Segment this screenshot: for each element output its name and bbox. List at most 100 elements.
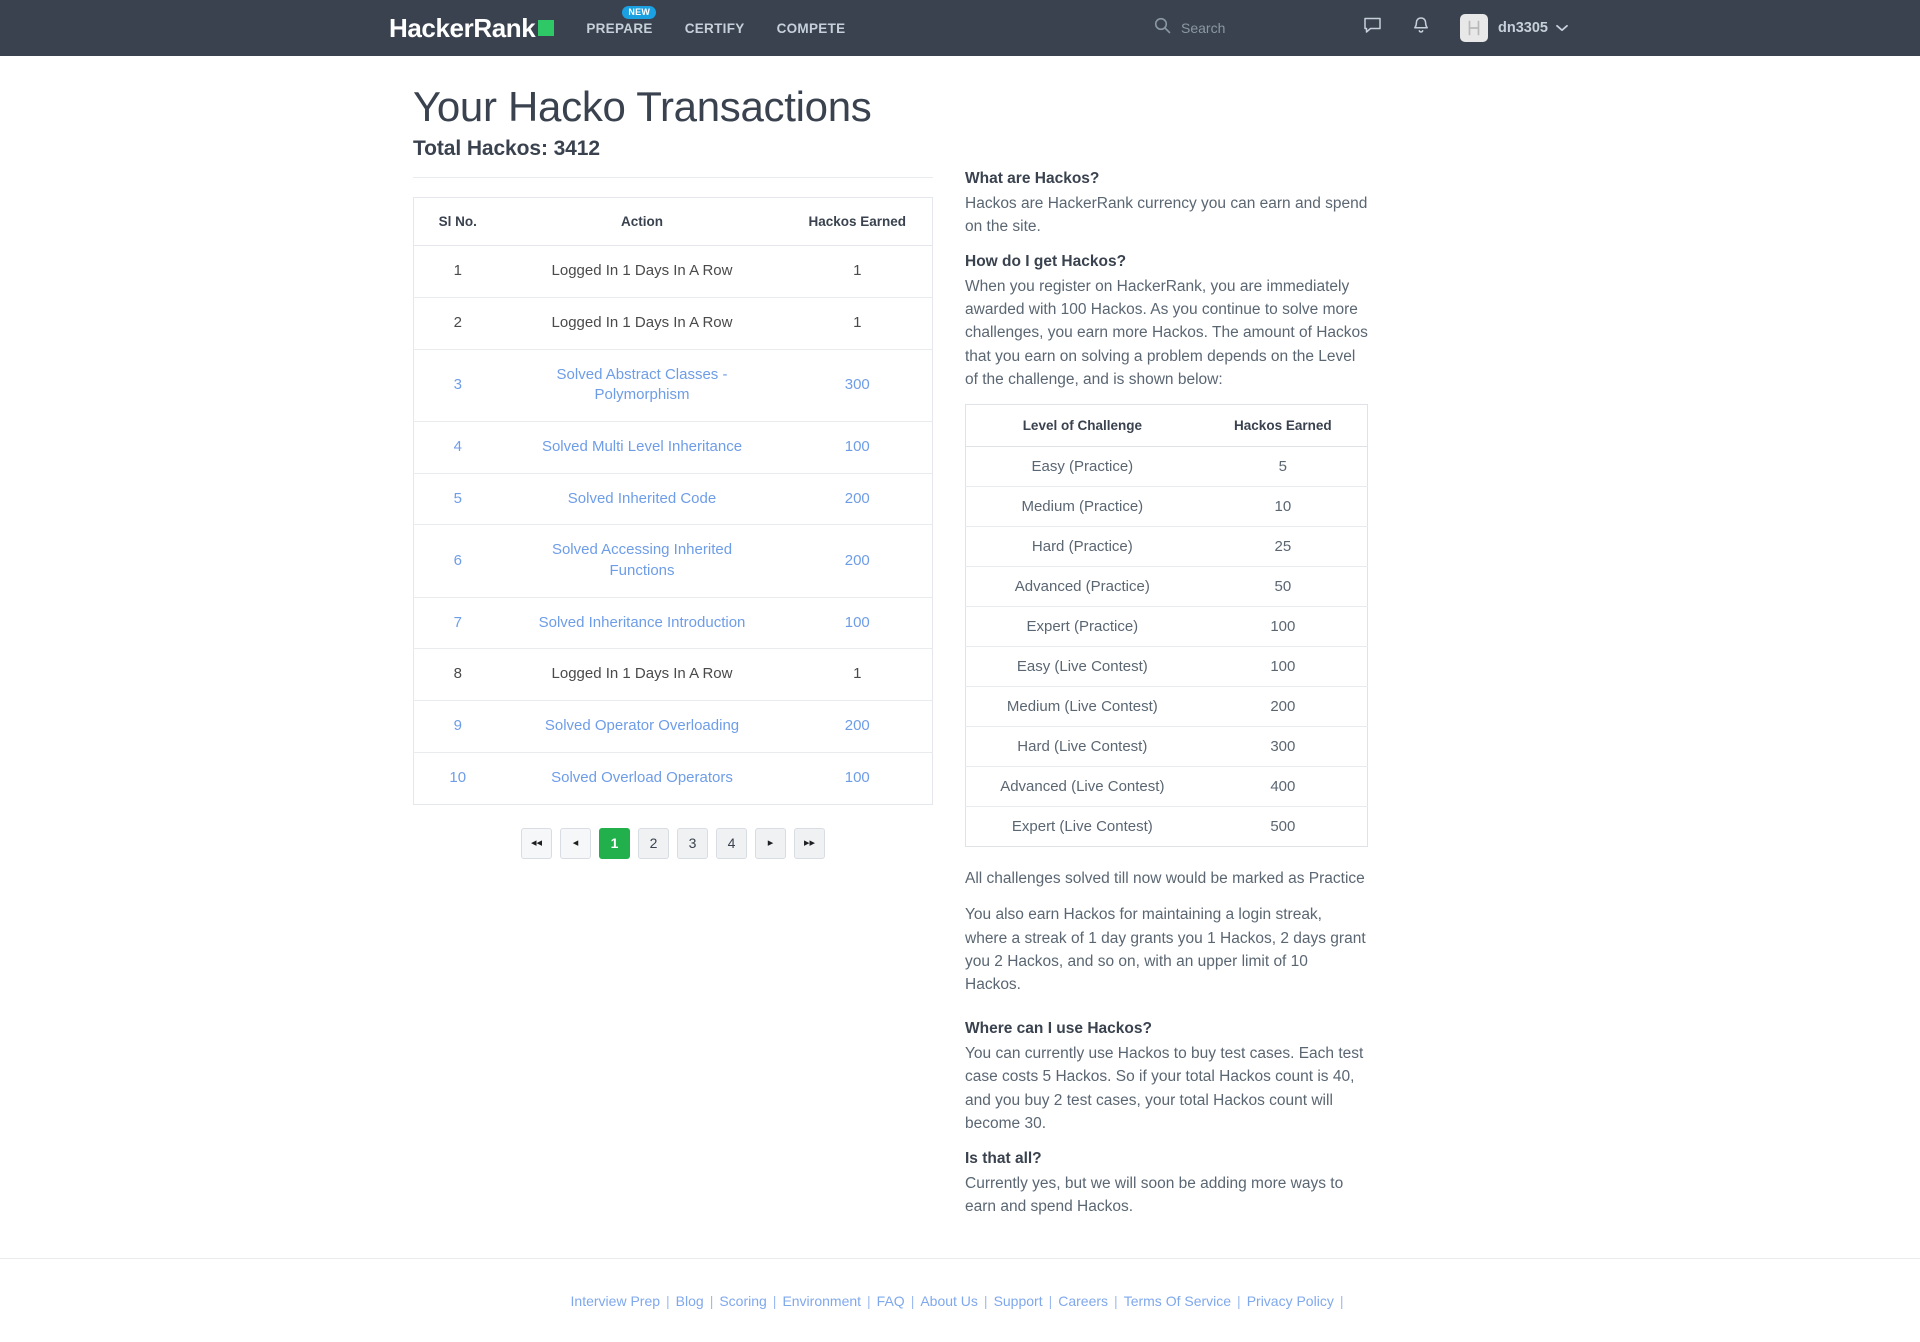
cell-hackos-earned[interactable]: 200 [782, 473, 933, 526]
footer-link-careers[interactable]: Careers [1058, 1293, 1108, 1309]
avatar-h-icon [1468, 20, 1480, 36]
cell-hackos-earned[interactable]: 100 [783, 752, 933, 804]
table-row: Medium (Practice) 10 [965, 486, 1368, 528]
cell-action[interactable]: Solved Operator Overloading [501, 700, 783, 753]
search-box[interactable] [1154, 17, 1312, 39]
faq-where-can-i-use-hackos: Where can I use Hackos? You can currentl… [965, 1018, 1368, 1135]
cell-sl-no[interactable]: 3 [413, 349, 502, 423]
cell-action[interactable]: Solved Multi Level Inheritance [501, 421, 783, 474]
page-title: Your Hacko Transactions [413, 83, 872, 130]
nav-right-group: dn3305 [1154, 0, 1568, 56]
challenge-levels-table-body: Easy (Practice) 5 Medium (Practice) 10 Hard … [965, 446, 1368, 847]
cell-level-hackos: 50 [1198, 566, 1368, 608]
title-divider [413, 177, 933, 179]
nav-left-group: HackerRank PREPARE NEW CERTIFY COMPETE [389, 5, 846, 44]
table-row: 7 Solved Inheritance Introduction 100 [413, 597, 933, 650]
note-login-streak: You also earn Hackos for maintaining a l… [965, 903, 1368, 996]
table-row: 9 Solved Operator Overloading 200 [413, 700, 933, 753]
footer-separator: | [983, 1292, 988, 1309]
footer-separator: | [709, 1292, 714, 1309]
pagination-page-3[interactable]: 3 [677, 827, 708, 859]
footer-separator: | [1237, 1292, 1241, 1309]
nav-item-prepare-label: PREPARE [586, 20, 653, 36]
pagination-page-1[interactable]: 1 [599, 827, 630, 859]
pagination: ◂◂ ◂ 1 2 3 4 ▸ ▸▸ [413, 827, 933, 859]
footer-link-privacy-policy[interactable]: Privacy Policy [1247, 1293, 1334, 1309]
messages-icon[interactable] [1363, 16, 1382, 40]
cell-hackos-earned: 1 [782, 648, 933, 702]
cell-hackos-earned[interactable]: 200 [782, 524, 933, 598]
cell-sl-no[interactable]: 7 [413, 597, 502, 650]
cell-hackos-earned[interactable]: 200 [782, 700, 933, 753]
table-row: Advanced (Practice) 50 [965, 566, 1368, 608]
username-label[interactable]: dn3305 [1498, 20, 1548, 36]
primary-nav-links: PREPARE NEW CERTIFY COMPETE [586, 5, 846, 36]
cell-sl-no: 2 [413, 297, 502, 350]
pagination-first-button[interactable]: ◂◂ [521, 827, 552, 859]
cell-sl-no[interactable]: 4 [413, 421, 502, 474]
cell-action[interactable]: Solved Overload Operators [502, 752, 783, 804]
search-input[interactable] [1181, 20, 1312, 36]
table-row: Easy (Live Contest) 100 [965, 646, 1368, 688]
cell-level-hackos: 300 [1198, 726, 1368, 768]
faq-is-that-all-body: Currently yes, but we will soon be addin… [965, 1174, 1344, 1215]
hackerrank-logo[interactable]: HackerRank [389, 13, 555, 44]
cell-level-name: Easy (Practice) [965, 446, 1199, 488]
footer-separator: | [910, 1292, 915, 1309]
notifications-bell-icon[interactable] [1412, 16, 1430, 40]
footer-link-blog[interactable]: Blog [676, 1293, 704, 1309]
pagination-page-4[interactable]: 4 [716, 827, 747, 859]
cell-hackos-earned[interactable]: 100 [782, 421, 933, 474]
nav-item-prepare[interactable]: PREPARE NEW [586, 5, 657, 36]
cell-action[interactable]: Solved Inherited Code [501, 473, 783, 526]
footer-link-faq[interactable]: FAQ [877, 1293, 905, 1309]
nav-item-compete[interactable]: COMPETE [777, 21, 846, 36]
footer-separator: | [1048, 1292, 1053, 1309]
footer-link-environment[interactable]: Environment [782, 1293, 861, 1309]
table-row: Advanced (Live Contest) 400 [965, 766, 1368, 808]
footer-link-support[interactable]: Support [994, 1293, 1043, 1309]
footer-separator: | [666, 1292, 670, 1309]
cell-sl-no: 8 [413, 648, 502, 702]
cell-level-name: Advanced (Live Contest) [965, 766, 1199, 808]
pagination-prev-button[interactable]: ◂ [560, 827, 591, 859]
top-navigation-bar: HackerRank PREPARE NEW CERTIFY COMPETE S… [0, 0, 1920, 56]
footer-separator: | [867, 1292, 871, 1309]
note-practice-text: All challenges solved till now would be … [965, 870, 1365, 888]
cell-level-hackos: 10 [1198, 486, 1368, 528]
footer-link-about-us[interactable]: About Us [920, 1293, 978, 1309]
cell-hackos-earned: 1 [782, 297, 933, 350]
cell-sl-no[interactable]: 5 [413, 473, 502, 526]
footer-link-terms-of-service[interactable]: Terms Of Service [1124, 1293, 1231, 1309]
pagination-last-button[interactable]: ▸▸ [794, 827, 825, 859]
cell-action[interactable]: Solved Inheritance Introduction [501, 597, 783, 650]
cell-hackos-earned: 1 [782, 245, 933, 298]
cell-sl-no[interactable]: 10 [414, 752, 502, 804]
cell-level-name: Medium (Practice) [965, 486, 1199, 528]
cell-level-name: Advanced (Practice) [965, 566, 1199, 608]
pagination-next-button[interactable]: ▸ [755, 827, 786, 859]
footer-link-interview-prep[interactable]: Interview Prep [571, 1293, 660, 1309]
footer-link-scoring[interactable]: Scoring [719, 1293, 766, 1309]
table-row: 3 Solved Abstract Classes - Polymorphism 3… [413, 349, 933, 423]
nav-item-certify[interactable]: CERTIFY [685, 21, 745, 36]
avatar[interactable] [1460, 14, 1489, 42]
chevron-down-icon[interactable] [1556, 19, 1568, 37]
transactions-table-head: Sl No. Action Hackos Earned [413, 197, 933, 247]
cell-hackos-earned[interactable]: 300 [782, 349, 933, 423]
pagination-page-2[interactable]: 2 [638, 827, 669, 859]
faq-is-that-all-heading: Is that all? [965, 1150, 1042, 1168]
note-login-streak-text: You also earn Hackos for maintaining a l… [965, 906, 1366, 994]
column-header-level-hackos-earned: Hackos Earned [1198, 404, 1368, 448]
footer-separator: | [1114, 1292, 1118, 1309]
cell-sl-no: 1 [413, 245, 502, 298]
cell-sl-no[interactable]: 9 [413, 700, 502, 753]
cell-hackos-earned[interactable]: 100 [782, 597, 933, 650]
cell-action[interactable]: Solved Accessing Inherited Functions [501, 524, 783, 598]
table-row: 8 Logged In 1 Days In A Row 1 [413, 648, 933, 702]
table-row: Easy (Practice) 5 [965, 446, 1368, 488]
column-header-action: Action [501, 197, 783, 247]
cell-action[interactable]: Solved Abstract Classes - Polymorphism [501, 349, 783, 423]
cell-sl-no[interactable]: 6 [413, 524, 502, 598]
faq-how-do-i-get-hackos-body: When you register on HackerRank, you are… [965, 277, 1368, 388]
